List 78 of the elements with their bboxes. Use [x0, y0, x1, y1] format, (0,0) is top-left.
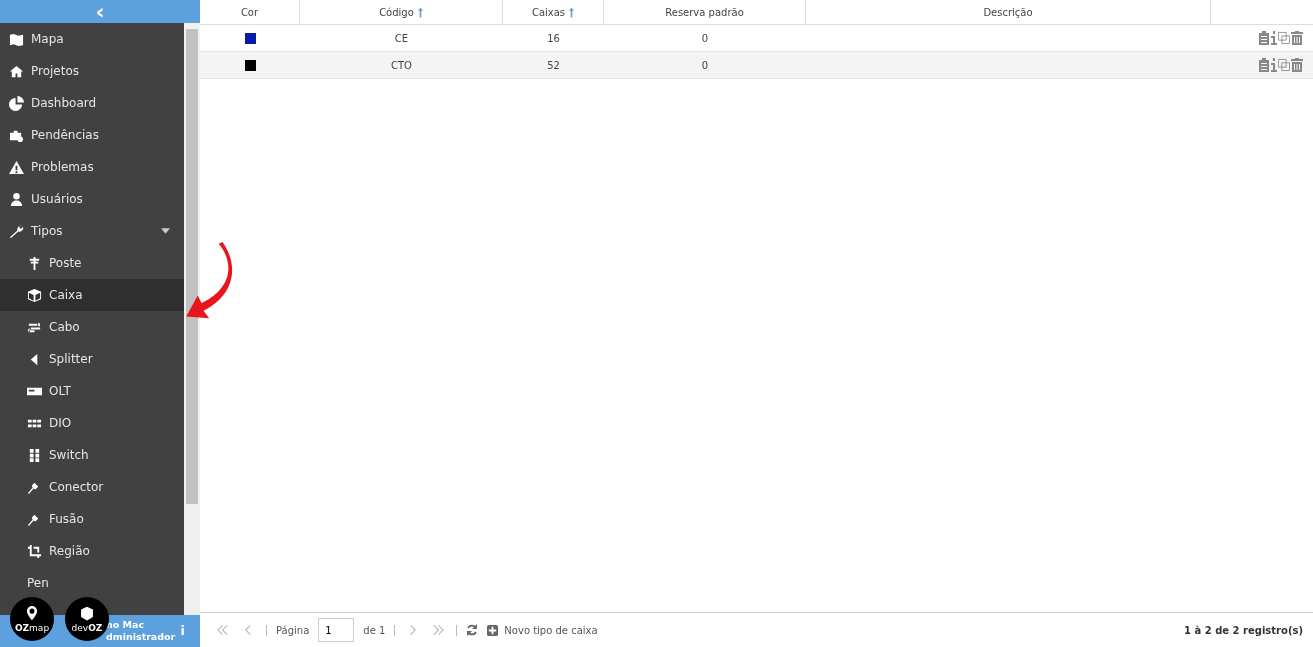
record-count: 1 à 2 de 2 registro(s)	[1184, 624, 1303, 636]
item-label: Mapa	[31, 32, 64, 46]
column-header[interactable]: Cor	[240, 6, 259, 18]
item-label: Tipos	[31, 224, 63, 238]
item-label: Fusão	[49, 512, 84, 526]
item-label: Região	[49, 544, 90, 558]
sidebar-subitem[interactable]: Caixa	[0, 279, 184, 311]
table-cell: 16	[547, 32, 560, 44]
column-header[interactable]: Código	[379, 6, 414, 18]
sidebar-subitem[interactable]: Cabo	[0, 311, 184, 343]
page-count: de 1	[363, 624, 386, 636]
plus-icon	[487, 624, 499, 636]
sidebar-subitem[interactable]: Switch	[0, 439, 184, 471]
scrollbar[interactable]	[184, 23, 200, 615]
sidebar-subitem[interactable]: Região	[0, 535, 184, 567]
info-icon[interactable]	[1271, 58, 1277, 72]
sidebar-subitem[interactable]: Fusão	[0, 503, 184, 535]
refresh-icon[interactable]	[466, 624, 479, 636]
trash-icon[interactable]	[1291, 31, 1303, 45]
table-cell: 0	[701, 32, 709, 44]
add-type-button[interactable]: Novo tipo de caixa	[487, 624, 598, 636]
table-cell: CTO	[391, 59, 412, 71]
crop-icon	[27, 543, 42, 559]
item-label: Caixa	[49, 288, 83, 302]
sidebar-subitem[interactable]: DIO	[0, 407, 184, 439]
sort-arrow-icon[interactable]	[417, 6, 423, 18]
item-label: Cabo	[49, 320, 80, 334]
sidebar-item[interactable]: Mapa	[0, 23, 184, 55]
sidebar-subitem[interactable]: Conector	[0, 471, 184, 503]
user-role: dministrador	[106, 631, 176, 643]
item-label: Problemas	[31, 160, 94, 174]
info-icon[interactable]	[1271, 31, 1277, 45]
column-header[interactable]: Descrição	[983, 6, 1033, 18]
item-label: Usuários	[31, 192, 83, 206]
item-label: Pen	[27, 576, 49, 590]
item-label: OLT	[49, 384, 71, 398]
clipboard-icon[interactable]	[1258, 58, 1270, 72]
sidebar-subitem[interactable]: Splitter	[0, 343, 184, 375]
sidebar-subitem[interactable]: Pen	[0, 567, 184, 599]
sidebar-item[interactable]: Pendências	[0, 119, 184, 151]
table-cell: 52	[547, 59, 560, 71]
grid-icon	[27, 447, 42, 463]
logo-text: devOZ	[71, 622, 103, 633]
item-label: Pendências	[31, 128, 99, 142]
pie-icon	[9, 95, 24, 111]
map-icon	[9, 31, 24, 47]
copy-icon[interactable]	[1278, 58, 1290, 72]
table-cell: 0	[701, 59, 709, 71]
table-cell: CE	[394, 32, 409, 44]
item-label: Conector	[49, 480, 104, 494]
home-icon	[9, 63, 24, 79]
logo-badge[interactable]: OZmap	[10, 597, 54, 641]
pole-icon	[27, 255, 42, 271]
sidebar-item[interactable]: Dashboard	[0, 87, 184, 119]
item-label: Splitter	[49, 352, 93, 366]
sidebar-item[interactable]: Problemas	[0, 151, 184, 183]
user-icon	[9, 191, 24, 207]
item-label: Poste	[49, 256, 82, 270]
sort-arrow-icon[interactable]	[569, 6, 575, 18]
map-pin-icon	[25, 605, 39, 623]
item-label: Projetos	[31, 64, 80, 78]
column-header[interactable]: Caixas	[531, 6, 566, 18]
sidebar-item[interactable]: Usuários	[0, 183, 184, 215]
sidebar-item[interactable]: Projetos	[0, 55, 184, 87]
copy-icon[interactable]	[1278, 31, 1290, 45]
item-label: Dashboard	[31, 96, 97, 110]
sidebar-subitem[interactable]: Poste	[0, 247, 184, 279]
warning-icon	[9, 159, 24, 175]
sidebar-subitem[interactable]: OLT	[0, 375, 184, 407]
logo-text: OZmap	[14, 622, 50, 633]
clipboard-icon[interactable]	[1258, 31, 1270, 45]
page-input[interactable]: 1	[318, 618, 355, 642]
item-label: Switch	[49, 448, 89, 462]
page-label: Página	[276, 624, 310, 636]
item-label: DIO	[49, 416, 72, 430]
column-header[interactable]: Reserva padrão	[665, 6, 744, 18]
sidebar-item[interactable]: Tipos	[0, 215, 184, 247]
trash-icon[interactable]	[1291, 58, 1303, 72]
